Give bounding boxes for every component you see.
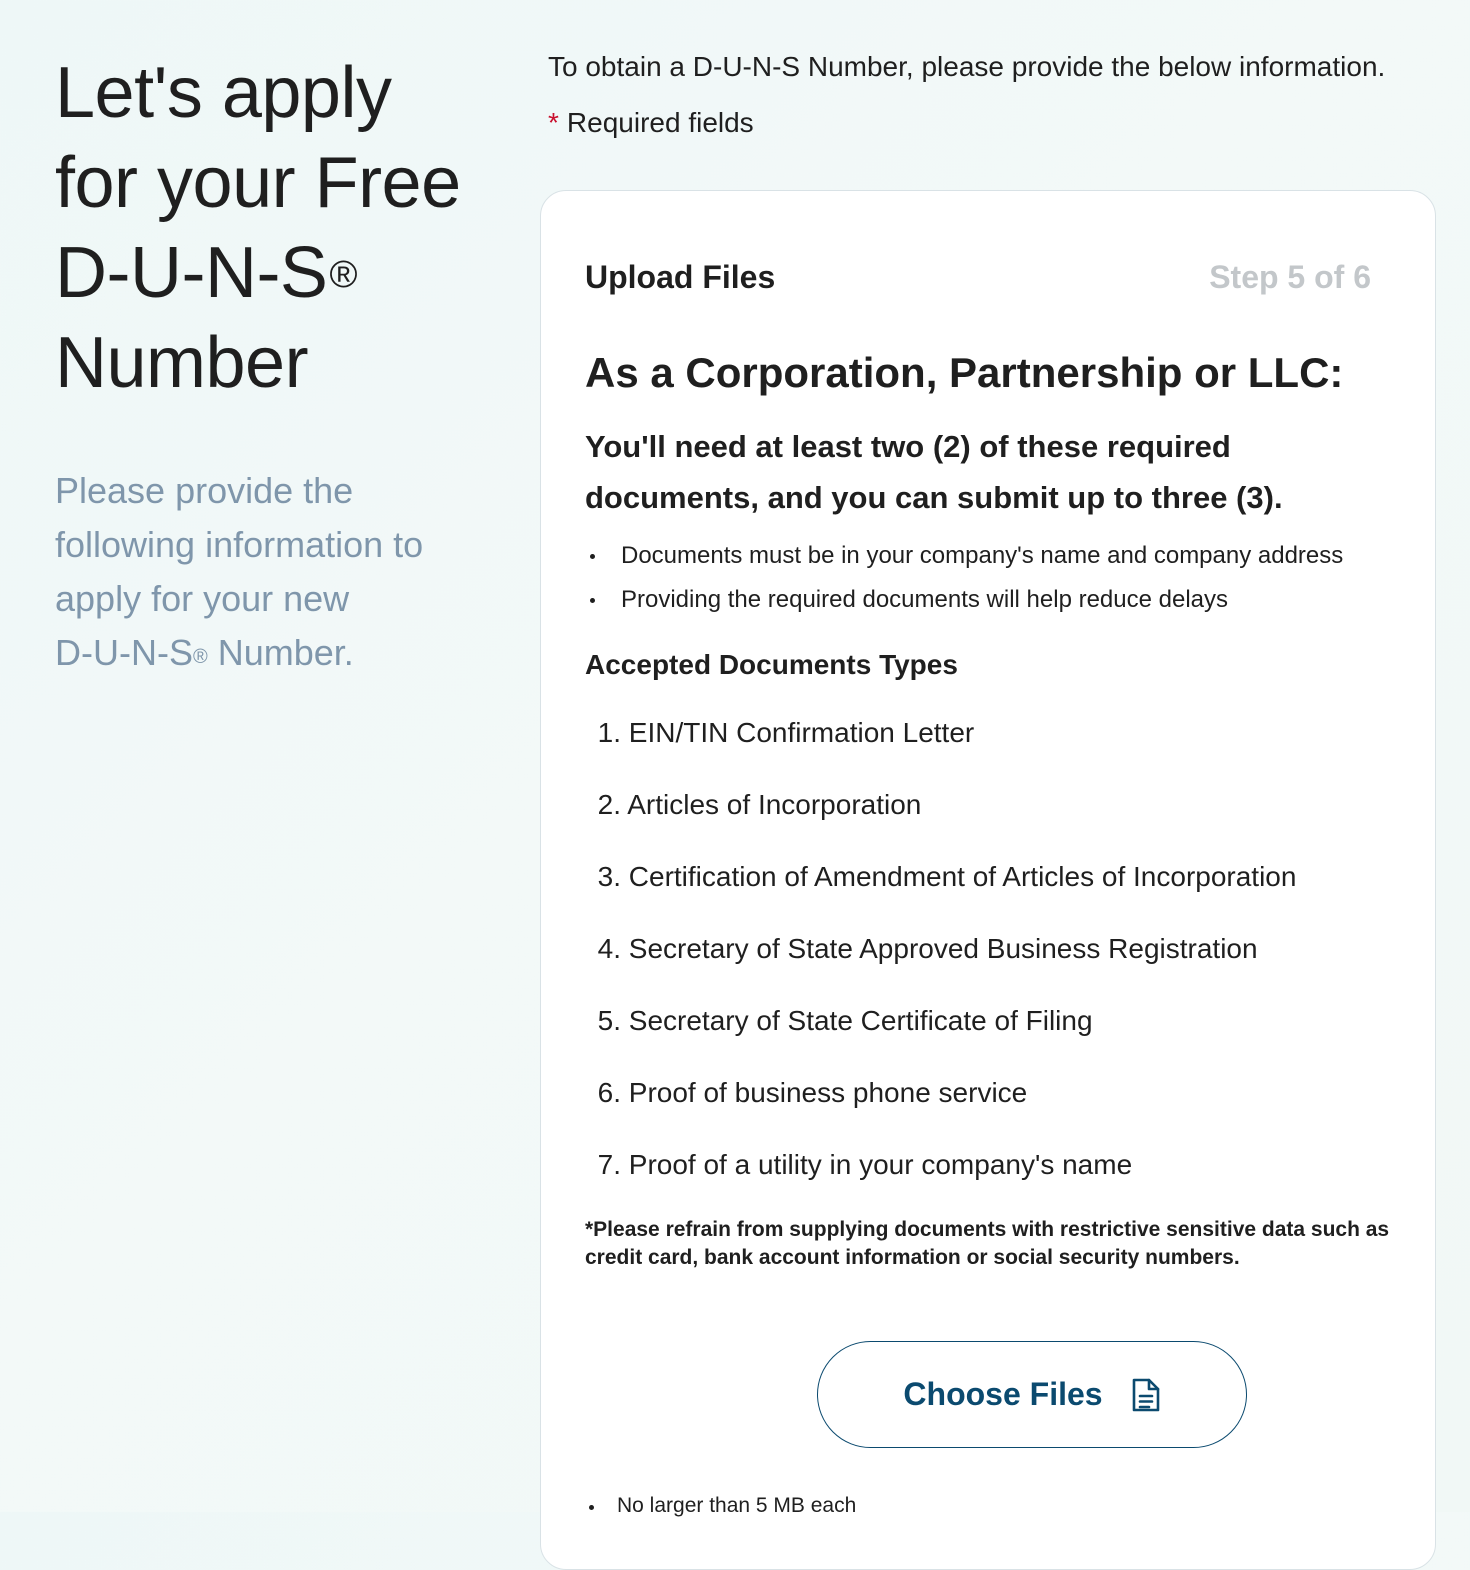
list-item: Documents must be in your company's name…	[585, 534, 1343, 578]
subtitle-line: apply for your new	[55, 578, 350, 619]
page-subtitle: Please provide the following information…	[55, 464, 495, 680]
list-item: 2. Articles of Incorporation	[585, 778, 1296, 850]
accepted-documents-list: 1. EIN/TIN Confirmation Letter 2. Articl…	[585, 706, 1297, 1210]
document-label: Proof of a utility in your company's nam…	[628, 1149, 1133, 1180]
choose-files-label: Choose Files	[903, 1376, 1103, 1412]
title-duns: D-U-N-S	[55, 233, 328, 313]
hero-panel: Let's apply for your Free D-U-N-S® Numbe…	[55, 48, 495, 680]
section-heading: As a Corporation, Partnership or LLC:	[585, 349, 1344, 396]
document-label: Secretary of State Approved Business Reg…	[628, 933, 1258, 964]
list-number: 4.	[597, 933, 621, 964]
file-requirements-list: No larger than 5 MB each	[585, 1491, 856, 1521]
upload-files-card: Upload Files Step 5 of 6 As a Corporatio…	[540, 190, 1436, 1570]
subtitle-line: following information to	[55, 524, 424, 565]
list-item: 1. EIN/TIN Confirmation Letter	[585, 706, 1296, 778]
accepted-documents-heading: Accepted Documents Types	[585, 649, 958, 680]
list-item: 7. Proof of a utility in your company's …	[585, 1138, 1296, 1210]
title-line: Number	[55, 323, 309, 403]
title-line: for your Free	[55, 143, 461, 223]
list-item: Providing the required documents will he…	[585, 578, 1343, 622]
required-fields-label: Required fields	[566, 107, 754, 138]
list-item: 3. Certification of Amendment of Article…	[585, 850, 1297, 922]
sensitive-data-disclaimer: *Please refrain from supplying documents…	[585, 1218, 1390, 1269]
list-item: 6. Proof of business phone service	[585, 1066, 1296, 1138]
title-line: D-U-N-S®	[55, 228, 495, 318]
step-indicator: Step 5 of 6	[1209, 259, 1371, 295]
subtitle-duns: D-U-N-S	[55, 632, 193, 673]
list-number: 3.	[597, 861, 621, 892]
list-item: 5. Secretary of State Certificate of Fil…	[585, 994, 1296, 1066]
card-header: Upload Files Step 5 of 6	[585, 259, 1371, 296]
registered-mark: ®	[192, 646, 208, 668]
card-title: Upload Files	[585, 259, 776, 295]
intro-text: To obtain a D-U-N-S Number, please provi…	[548, 51, 1386, 82]
list-number: 1.	[597, 717, 621, 748]
document-label: Proof of business phone service	[628, 1077, 1028, 1108]
document-icon	[1131, 1377, 1161, 1413]
registered-mark: ®	[329, 254, 357, 296]
document-label: Articles of Incorporation	[627, 789, 922, 820]
list-item: No larger than 5 MB each	[585, 1491, 856, 1521]
requirement-bullets: Documents must be in your company's name…	[585, 534, 1343, 622]
document-label: Certification of Amendment of Articles o…	[628, 861, 1297, 892]
list-item: 4. Secretary of State Approved Business …	[585, 922, 1296, 994]
list-number: 2.	[597, 789, 621, 820]
required-asterisk: *	[548, 107, 559, 138]
title-line: Let's apply	[55, 53, 392, 133]
subtitle-number: Number.	[207, 632, 354, 673]
document-label: Secretary of State Certificate of Filing	[628, 1005, 1093, 1036]
document-label: EIN/TIN Confirmation Letter	[628, 717, 975, 748]
requirement-text: You'll need at least two (2) of these re…	[585, 429, 1283, 515]
subtitle-line: Please provide the	[55, 470, 354, 511]
required-fields-note: * Required fields	[548, 105, 1448, 141]
choose-files-button[interactable]: Choose Files	[817, 1341, 1247, 1448]
intro-section: To obtain a D-U-N-S Number, please provi…	[548, 48, 1448, 141]
list-number: 5.	[597, 1005, 621, 1036]
page-title: Let's apply for your Free D-U-N-S® Numbe…	[55, 48, 495, 408]
list-number: 7.	[597, 1149, 621, 1180]
list-number: 6.	[597, 1077, 621, 1108]
subtitle-line: D-U-N-S® Number.	[55, 626, 495, 680]
